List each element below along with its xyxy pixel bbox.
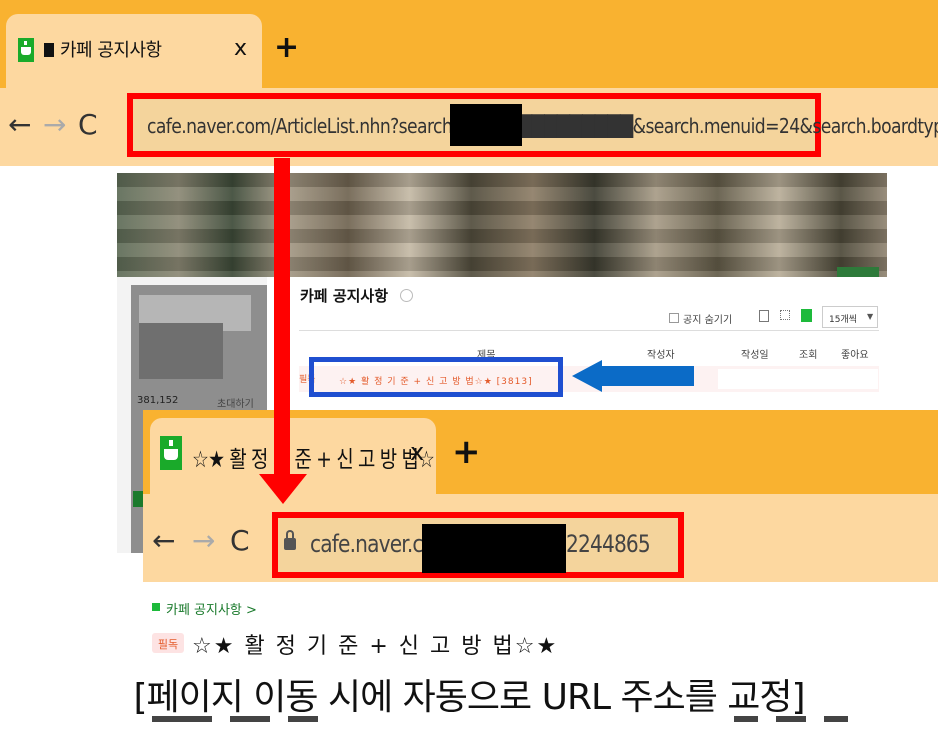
column-header-author: 작성자 xyxy=(647,350,675,361)
hide-notice-checkbox[interactable] xyxy=(669,313,679,323)
lock-icon[interactable] xyxy=(284,538,296,550)
bottom-tab-close-icon[interactable]: x xyxy=(410,438,424,466)
top-address-bar-url[interactable]: cafe.naver.com/ArticleList.nhn?search.cl… xyxy=(147,114,938,138)
list-view-icon[interactable] xyxy=(759,310,769,322)
cafe-board-title: 카페 공지사항 xyxy=(300,287,389,305)
top-back-arrow-icon[interactable]: ← xyxy=(8,108,31,141)
cafe-banner-green-bar xyxy=(837,267,879,277)
blue-arrow-left-icon xyxy=(572,360,602,392)
hide-notice-label: 공지 숨기기 xyxy=(683,315,733,326)
card-view-icon[interactable] xyxy=(801,309,812,322)
notice-badge: 필독 xyxy=(152,633,184,653)
bottom-reload-icon[interactable]: C xyxy=(230,524,250,557)
article-title: ☆★ 활 정 기 준 + 신 고 방 법☆★ xyxy=(192,634,559,659)
square-bullet-icon xyxy=(44,43,54,57)
bottom-forward-arrow-icon[interactable]: → xyxy=(192,524,215,557)
column-header-views: 조회 xyxy=(799,350,818,361)
cafe-sidebar-profile-image xyxy=(139,323,223,379)
breadcrumb-bullet-icon xyxy=(152,603,160,611)
naver-cafe-icon xyxy=(160,436,182,470)
board-info-icon[interactable] xyxy=(400,289,413,302)
naver-cafe-icon xyxy=(18,38,34,62)
cropped-text-line xyxy=(152,716,882,732)
red-arrow-down-icon xyxy=(259,474,307,504)
top-forward-arrow-icon[interactable]: → xyxy=(43,108,66,141)
cafe-banner-pixelation xyxy=(117,173,887,277)
table-header-divider xyxy=(299,330,879,331)
top-new-tab-button[interactable]: + xyxy=(274,30,299,65)
column-header-date: 작성일 xyxy=(741,350,769,361)
breadcrumb[interactable]: 카페 공지사항 > xyxy=(166,599,257,618)
cafe-invite-link[interactable]: 초대하기 xyxy=(217,395,254,410)
url-redaction-block xyxy=(450,104,522,146)
bottom-new-tab-button[interactable]: + xyxy=(452,432,481,472)
red-arrow-shaft xyxy=(274,158,290,476)
cafe-sidebar-green-marker xyxy=(133,491,143,507)
column-header-likes[interactable]: 좋아요 xyxy=(841,346,869,361)
bottom-tab-title: ☆★ 활 정 기 준 + 신 고 방 법☆ xyxy=(192,447,435,473)
url-redaction-block xyxy=(422,524,566,573)
cafe-member-count: 381,152 xyxy=(137,395,179,406)
top-tab-close-icon[interactable]: x xyxy=(234,36,247,61)
post-highlight-box xyxy=(309,357,563,397)
table-row-meta xyxy=(718,369,878,389)
caption: [페이지 이동 시에 자동으로 URL 주소를 교정] xyxy=(133,677,805,718)
chevron-down-icon: ▼ xyxy=(867,312,874,321)
grid-view-icon[interactable] xyxy=(780,310,790,320)
bottom-back-arrow-icon[interactable]: ← xyxy=(152,524,175,557)
top-tab-title: 카페 공지사항 xyxy=(60,40,162,61)
top-reload-icon[interactable]: C xyxy=(78,108,98,141)
bottom-address-bar-url-tail[interactable]: 2244865 xyxy=(566,530,651,558)
blue-arrow-shaft xyxy=(600,366,694,386)
